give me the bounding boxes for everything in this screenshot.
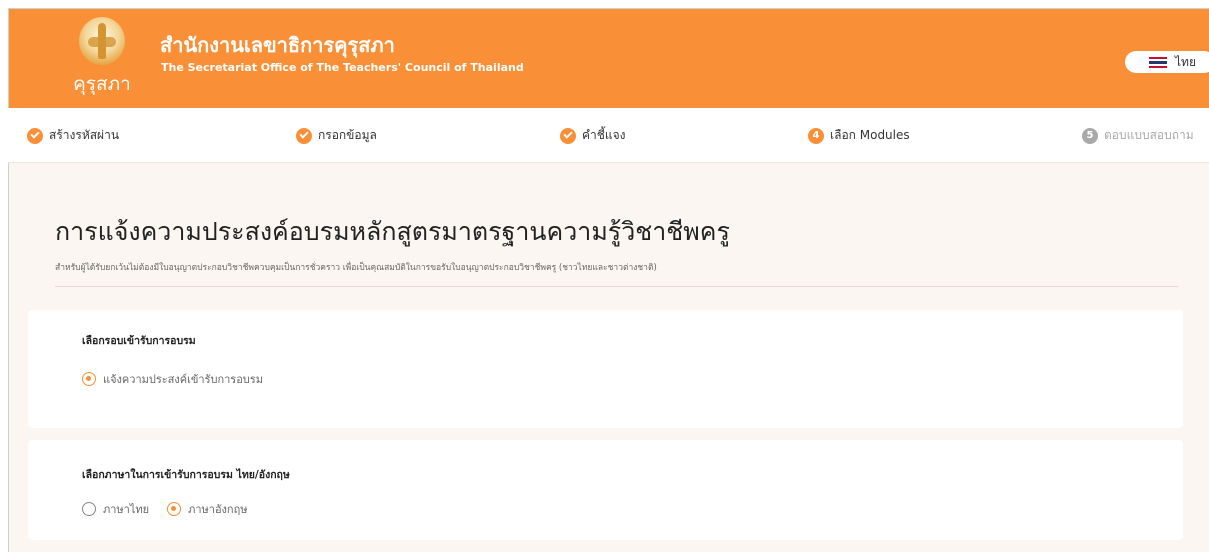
step-questionnaire: 5 ตอบแบบสอบถาม (1082, 126, 1194, 145)
step-label: เลือก Modules (830, 128, 910, 142)
check-icon (27, 127, 43, 144)
radio-label: ภาษาอังกฤษ (188, 503, 248, 516)
divider (55, 286, 1178, 287)
language-choice-title: เลือกภาษาในการเข้ารับการอบรม ไทย/อังกฤษ (82, 469, 290, 481)
step-instructions[interactable]: คำชี้แจง (560, 126, 626, 145)
radio-unselected-icon[interactable] (82, 502, 96, 516)
org-name-english: The Secretariat Office of The Teachers' … (161, 61, 524, 74)
training-round-options: แจ้งความประสงค์เข้ารับการอบรม (82, 370, 273, 388)
language-radio-thai[interactable]: ภาษาไทย (82, 500, 149, 518)
language-label: ไทย (1175, 54, 1196, 69)
check-icon (296, 127, 312, 144)
language-choice-card: เลือกภาษาในการเข้ารับการอบรม ไทย/อังกฤษ … (28, 440, 1183, 540)
page-subtitle: สำหรับผู้ได้รับยกเว้นไม่ต้องมีใบอนุญาตปร… (55, 263, 657, 273)
step-select-modules[interactable]: 4 เลือก Modules (808, 126, 910, 145)
step-number-badge: 4 (808, 127, 824, 144)
training-round-radio-option[interactable]: แจ้งความประสงค์เข้ารับการอบรม (82, 370, 263, 388)
main-content: การแจ้งความประสงค์อบรมหลักสูตรมาตรฐานควา… (8, 162, 1209, 552)
page-title: การแจ้งความประสงค์อบรมหลักสูตรมาตรฐานควา… (55, 217, 730, 246)
council-logo[interactable]: คุรุสภา (67, 17, 137, 103)
progress-stepper: สร้างรหัสผ่าน กรอกข้อมูล คำชี้แจง 4 เลือ… (8, 108, 1209, 163)
step-label: คำชี้แจง (582, 128, 626, 142)
training-round-card: เลือกรอบเข้ารับการอบรม แจ้งความประสงค์เข… (28, 310, 1183, 428)
language-radio-english[interactable]: ภาษาอังกฤษ (167, 500, 248, 518)
language-switcher[interactable]: ไทย (1125, 51, 1209, 73)
thai-flag-icon (1149, 56, 1167, 68)
step-label: สร้างรหัสผ่าน (49, 128, 120, 142)
step-label: ตอบแบบสอบถาม (1104, 128, 1194, 142)
step-number-badge: 5 (1082, 127, 1098, 144)
council-emblem-icon (79, 17, 125, 65)
check-icon (560, 127, 576, 144)
step-fill-info[interactable]: กรอกข้อมูล (296, 126, 377, 145)
training-round-title: เลือกรอบเข้ารับการอบรม (82, 335, 196, 347)
logo-text: คุรุสภา (73, 73, 131, 95)
radio-selected-icon[interactable] (167, 502, 182, 516)
radio-selected-icon[interactable] (82, 372, 96, 386)
language-options: ภาษาไทย ภาษาอังกฤษ (82, 500, 258, 518)
step-create-password[interactable]: สร้างรหัสผ่าน (27, 126, 119, 145)
step-label: กรอกข้อมูล (318, 128, 377, 142)
site-header: คุรุสภา สำนักงานเลขาธิการคุรุสภา The Sec… (9, 9, 1209, 109)
radio-label: แจ้งความประสงค์เข้ารับการอบรม (103, 373, 263, 386)
radio-label: ภาษาไทย (103, 503, 150, 516)
org-name-thai: สำนักงานเลขาธิการคุรุสภา (160, 33, 395, 57)
